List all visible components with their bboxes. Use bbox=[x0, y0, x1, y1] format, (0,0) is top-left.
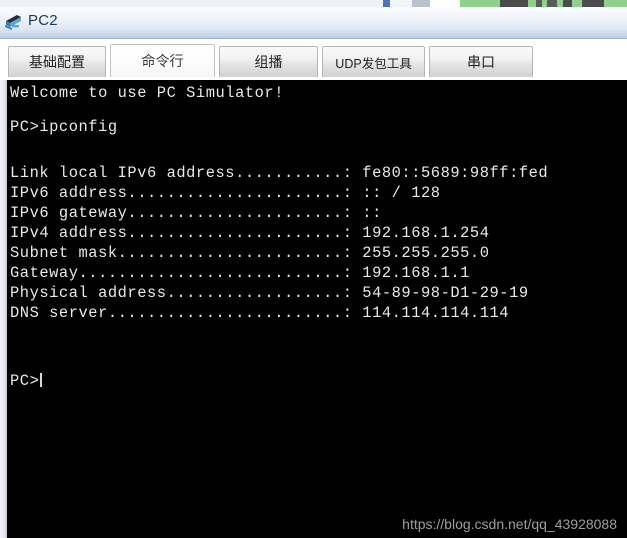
background-window-strip bbox=[0, 0, 627, 7]
tab-label: 串口 bbox=[467, 54, 495, 70]
background-strip-segment bbox=[460, 0, 500, 7]
terminal-left-gutter bbox=[0, 80, 7, 538]
tab-label: 命令行 bbox=[141, 53, 184, 69]
tab-label: 基础配置 bbox=[29, 54, 85, 70]
command-line-panel: https://blog.csdn.net/qq_43928088 Welcom… bbox=[0, 80, 627, 538]
pc-simulator-window: PC2 基础配置 命令行 组播 UDP发包工具 串口 https://blog.csdn… bbox=[0, 0, 627, 538]
tab-label: UDP发包工具 bbox=[335, 56, 412, 71]
tab-bar: 基础配置 命令行 组播 UDP发包工具 串口 bbox=[0, 40, 627, 80]
tab-5[interactable]: 串口 bbox=[429, 46, 533, 77]
background-strip-segment bbox=[572, 0, 582, 7]
terminal-line: Welcome to use PC Simulator! bbox=[10, 84, 285, 102]
tab-1[interactable]: 基础配置 bbox=[8, 46, 106, 77]
terminal-line: Gateway...........................: 192.… bbox=[10, 264, 470, 282]
background-strip-segment bbox=[547, 0, 557, 7]
terminal-line: Physical address..................: 54-8… bbox=[10, 284, 529, 302]
window-title-bar: PC2 bbox=[0, 7, 627, 39]
terminal-line: DNS server........................: 114.… bbox=[10, 304, 510, 322]
terminal-output[interactable]: https://blog.csdn.net/qq_43928088 Welcom… bbox=[7, 80, 627, 538]
terminal-cursor bbox=[40, 373, 43, 387]
terminal-line: IPv4 address......................: 192.… bbox=[10, 224, 490, 242]
background-strip-segment bbox=[563, 0, 572, 7]
tab-4[interactable]: UDP发包工具 bbox=[322, 46, 425, 77]
background-strip-segment bbox=[412, 0, 430, 7]
background-strip-segment bbox=[582, 0, 604, 7]
pc-simulator-icon bbox=[4, 12, 24, 32]
terminal-prompt-line[interactable]: PC> bbox=[10, 372, 43, 390]
tab-3[interactable]: 组播 bbox=[219, 46, 318, 77]
watermark-text: https://blog.csdn.net/qq_43928088 bbox=[402, 516, 617, 532]
terminal-prompt: PC> bbox=[10, 372, 40, 390]
tab-label: 组播 bbox=[254, 54, 283, 70]
terminal-line: IPv6 address......................: :: /… bbox=[10, 184, 441, 202]
background-strip-segment bbox=[528, 0, 536, 7]
window-title: PC2 bbox=[28, 12, 58, 29]
terminal-line: IPv6 gateway......................: :: bbox=[10, 204, 382, 222]
background-strip-segment bbox=[500, 0, 528, 7]
background-strip-segment bbox=[390, 0, 412, 7]
terminal-line: Subnet mask.......................: 255.… bbox=[10, 244, 490, 262]
background-strip-segment bbox=[383, 0, 390, 7]
tab-2[interactable]: 命令行 bbox=[110, 44, 215, 77]
background-strip-segment bbox=[430, 0, 460, 7]
background-strip-segment bbox=[604, 0, 627, 7]
terminal-line: Link local IPv6 address...........: fe80… bbox=[10, 164, 549, 182]
terminal-line: PC>ipconfig bbox=[10, 118, 118, 136]
